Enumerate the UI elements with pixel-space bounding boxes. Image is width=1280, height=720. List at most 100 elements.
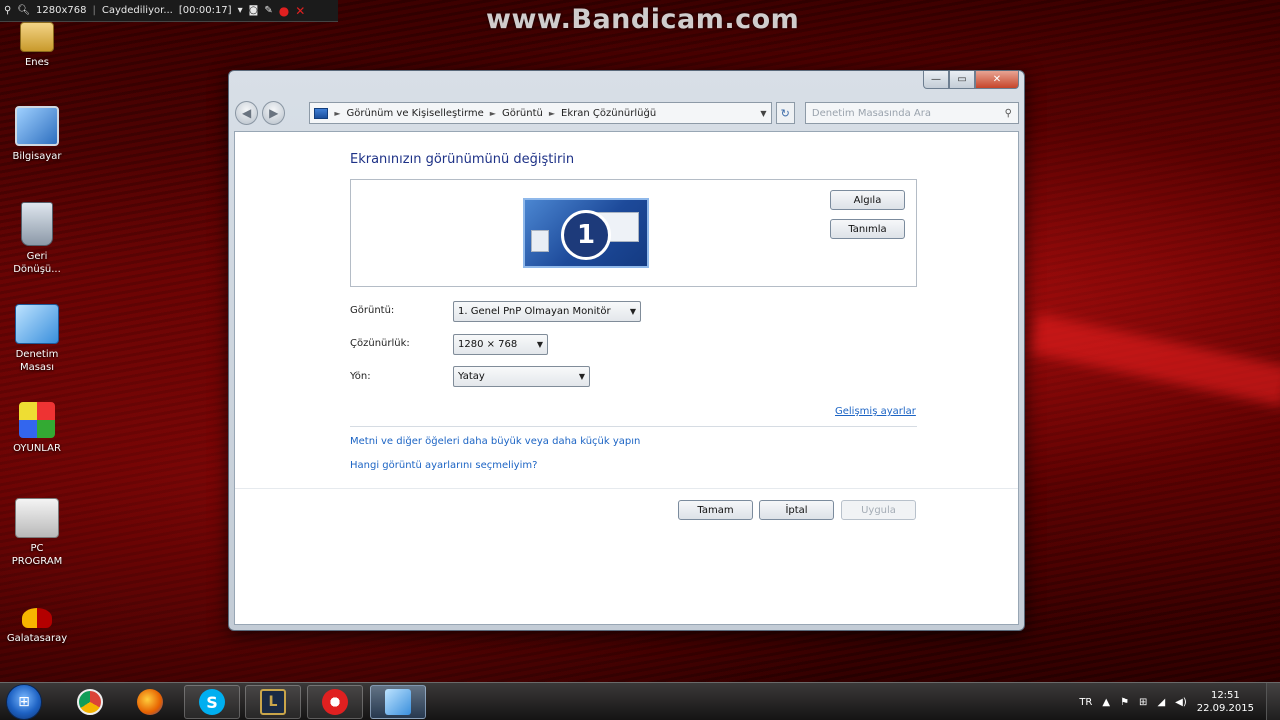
identify-button[interactable]: Tanımla bbox=[830, 219, 905, 239]
desktop-icon-pc-program[interactable]: PC PROGRAM bbox=[0, 498, 74, 568]
apply-button[interactable]: Uygula bbox=[841, 500, 916, 520]
control-panel-icon bbox=[314, 107, 329, 119]
refresh-button[interactable]: ↻ bbox=[775, 102, 795, 124]
search-input[interactable]: Denetim Masasında Ara ⚲ bbox=[804, 102, 1019, 124]
bandicam-status: Caydediliyor... bbox=[101, 5, 173, 16]
taskbar-bandicam[interactable] bbox=[307, 685, 363, 719]
monitor-1-preview[interactable]: 1 bbox=[523, 198, 649, 268]
bandicam-toolbar: ⚲ 🔍︎ 1280x768 | Caydediliyor... [00:00:1… bbox=[0, 0, 338, 22]
windows-flag-icon[interactable]: ⊞ bbox=[1139, 697, 1147, 708]
bandicam-timer: [00:00:17] bbox=[178, 5, 232, 16]
resolution-label: Çözünürlük: bbox=[350, 338, 410, 349]
record-icon[interactable]: ● bbox=[279, 4, 289, 18]
computer-icon bbox=[15, 106, 59, 146]
refresh-icon: ↻ bbox=[780, 106, 790, 120]
page-title: Ekranınızın görünümünü değiştirin bbox=[350, 152, 575, 167]
bandicam-watermark: www.Bandicam.com bbox=[486, 4, 800, 35]
galatasaray-logo-icon bbox=[22, 608, 52, 628]
desktop-icon-label: Enes bbox=[24, 57, 50, 68]
control-panel-icon bbox=[385, 689, 411, 715]
section-divider bbox=[350, 426, 917, 427]
pencil-icon[interactable]: ✎ bbox=[264, 5, 272, 16]
minimize-button[interactable]: — bbox=[923, 71, 949, 89]
separator: | bbox=[92, 5, 96, 16]
taskbar-firefox[interactable] bbox=[122, 685, 178, 719]
bandicam-resolution: 1280x768 bbox=[36, 5, 87, 16]
desktop-icon-galatasaray[interactable]: Galatasaray bbox=[0, 608, 74, 645]
breadcrumb-item[interactable]: Görüntü bbox=[502, 108, 543, 119]
orientation-select-value: Yatay bbox=[458, 371, 485, 382]
taskbar-control-panel[interactable] bbox=[370, 685, 426, 719]
detect-button[interactable]: Algıla bbox=[830, 190, 905, 210]
clock[interactable]: 12:51 22.09.2015 bbox=[1197, 689, 1254, 715]
games-folder-icon bbox=[19, 402, 55, 438]
address-bar[interactable]: ► Görünüm ve Kişiselleştirme ► Görüntü ►… bbox=[309, 102, 772, 124]
desktop-icon-computer[interactable]: Bilgisayar bbox=[0, 106, 74, 163]
desktop-icon-label: Denetim Masası bbox=[15, 349, 59, 373]
orientation-label: Yön: bbox=[350, 371, 371, 382]
desktop-icon-label: OYUNLAR bbox=[13, 443, 61, 454]
arrow-left-icon: ◀ bbox=[241, 106, 252, 120]
arrow-right-icon: ▶ bbox=[269, 106, 279, 120]
taskbar-skype[interactable]: S bbox=[184, 685, 240, 719]
chevron-down-icon: ▼ bbox=[536, 340, 543, 349]
desktop-icon-enes[interactable]: Enes bbox=[0, 22, 74, 69]
taskbar-league-launcher[interactable]: L bbox=[245, 685, 301, 719]
bandicam-icon bbox=[322, 689, 348, 715]
league-launcher-icon: L bbox=[260, 689, 286, 715]
user-folder-icon bbox=[20, 22, 54, 52]
desktop-icon-games[interactable]: OYUNLAR bbox=[0, 402, 74, 455]
text-size-link[interactable]: Metni ve diğer öğeleri daha büyük veya d… bbox=[350, 436, 640, 447]
show-desktop-button[interactable] bbox=[1266, 683, 1280, 720]
start-button[interactable]: ⊞ bbox=[6, 684, 42, 720]
chevron-up-icon[interactable]: ▲ bbox=[1102, 697, 1110, 708]
ok-button[interactable]: Tamam bbox=[678, 500, 753, 520]
program-box-icon bbox=[15, 498, 59, 538]
display-select[interactable]: 1. Genel PnP Olmayan Monitör ▼ bbox=[453, 301, 641, 322]
screen-resolution-window: — ▭ ✕ ◀ ▶ ► Görünüm ve Kişiselleştirme ►… bbox=[228, 70, 1025, 631]
network-icon[interactable]: ◢ bbox=[1157, 697, 1165, 708]
breadcrumb-item[interactable]: Ekran Çözünürlüğü bbox=[561, 108, 656, 119]
which-settings-link[interactable]: Hangi görüntü ayarlarını seçmeliyim? bbox=[350, 460, 537, 471]
desktop-icon-label: PC PROGRAM bbox=[11, 543, 63, 567]
desktop-icon-recycle-bin[interactable]: Geri Dönüşü... bbox=[0, 202, 74, 276]
desktop-icon-label: Bilgisayar bbox=[12, 151, 62, 162]
maximize-button[interactable]: ▭ bbox=[949, 71, 975, 89]
forward-button[interactable]: ▶ bbox=[262, 101, 286, 125]
desktop-icon-label: Geri Dönüşü... bbox=[13, 251, 61, 275]
control-panel-icon bbox=[15, 304, 59, 344]
display-select-value: 1. Genel PnP Olmayan Monitör bbox=[458, 306, 611, 317]
resolution-select[interactable]: 1280 × 768 ▼ bbox=[453, 334, 548, 355]
chevron-down-icon[interactable]: ▾ bbox=[238, 5, 243, 16]
camera-icon[interactable]: ◙ bbox=[249, 5, 259, 16]
breadcrumb-chevron-icon[interactable]: ► bbox=[334, 109, 340, 118]
desktop-icon-label: Galatasaray bbox=[6, 633, 68, 644]
chevron-down-icon[interactable]: ▼ bbox=[760, 109, 766, 118]
flag-icon[interactable]: ⚑ bbox=[1120, 697, 1129, 708]
language-indicator[interactable]: TR bbox=[1079, 697, 1092, 708]
search-icon: ⚲ bbox=[1004, 107, 1012, 119]
advanced-settings-link[interactable]: Gelişmiş ayarlar bbox=[835, 406, 916, 417]
cancel-button[interactable]: İptal bbox=[759, 500, 834, 520]
orientation-select[interactable]: Yatay ▼ bbox=[453, 366, 590, 387]
breadcrumb-item[interactable]: Görünüm ve Kişiselleştirme bbox=[347, 108, 484, 119]
monitor-number-badge: 1 bbox=[561, 210, 611, 260]
close-button[interactable]: ✕ bbox=[975, 71, 1019, 89]
window-thumbnail bbox=[531, 230, 549, 252]
search-icon[interactable]: 🔍︎ bbox=[17, 5, 30, 16]
recycle-bin-icon bbox=[21, 202, 53, 246]
taskbar: ⊞ S L TR ▲ ⚑ ⊞ ◢ ◀) 12:51 22.09.2015 bbox=[0, 682, 1280, 720]
breadcrumb-chevron-icon[interactable]: ► bbox=[490, 109, 496, 118]
back-button[interactable]: ◀ bbox=[235, 101, 259, 125]
footer-divider bbox=[235, 488, 1018, 489]
chevron-down-icon: ▼ bbox=[578, 372, 585, 381]
clock-date: 22.09.2015 bbox=[1196, 703, 1254, 714]
desktop-icon-control-panel[interactable]: Denetim Masası bbox=[0, 304, 74, 374]
close-icon[interactable]: ✕ bbox=[295, 4, 305, 18]
taskbar-chrome[interactable] bbox=[62, 685, 118, 719]
volume-icon[interactable]: ◀) bbox=[1175, 697, 1187, 708]
bandicam-logo-icon: ⚲ bbox=[4, 5, 12, 16]
skype-icon: S bbox=[199, 689, 225, 715]
breadcrumb-chevron-icon[interactable]: ► bbox=[549, 109, 555, 118]
content-pane: Ekranınızın görünümünü değiştirin 1 Algı… bbox=[234, 131, 1019, 625]
